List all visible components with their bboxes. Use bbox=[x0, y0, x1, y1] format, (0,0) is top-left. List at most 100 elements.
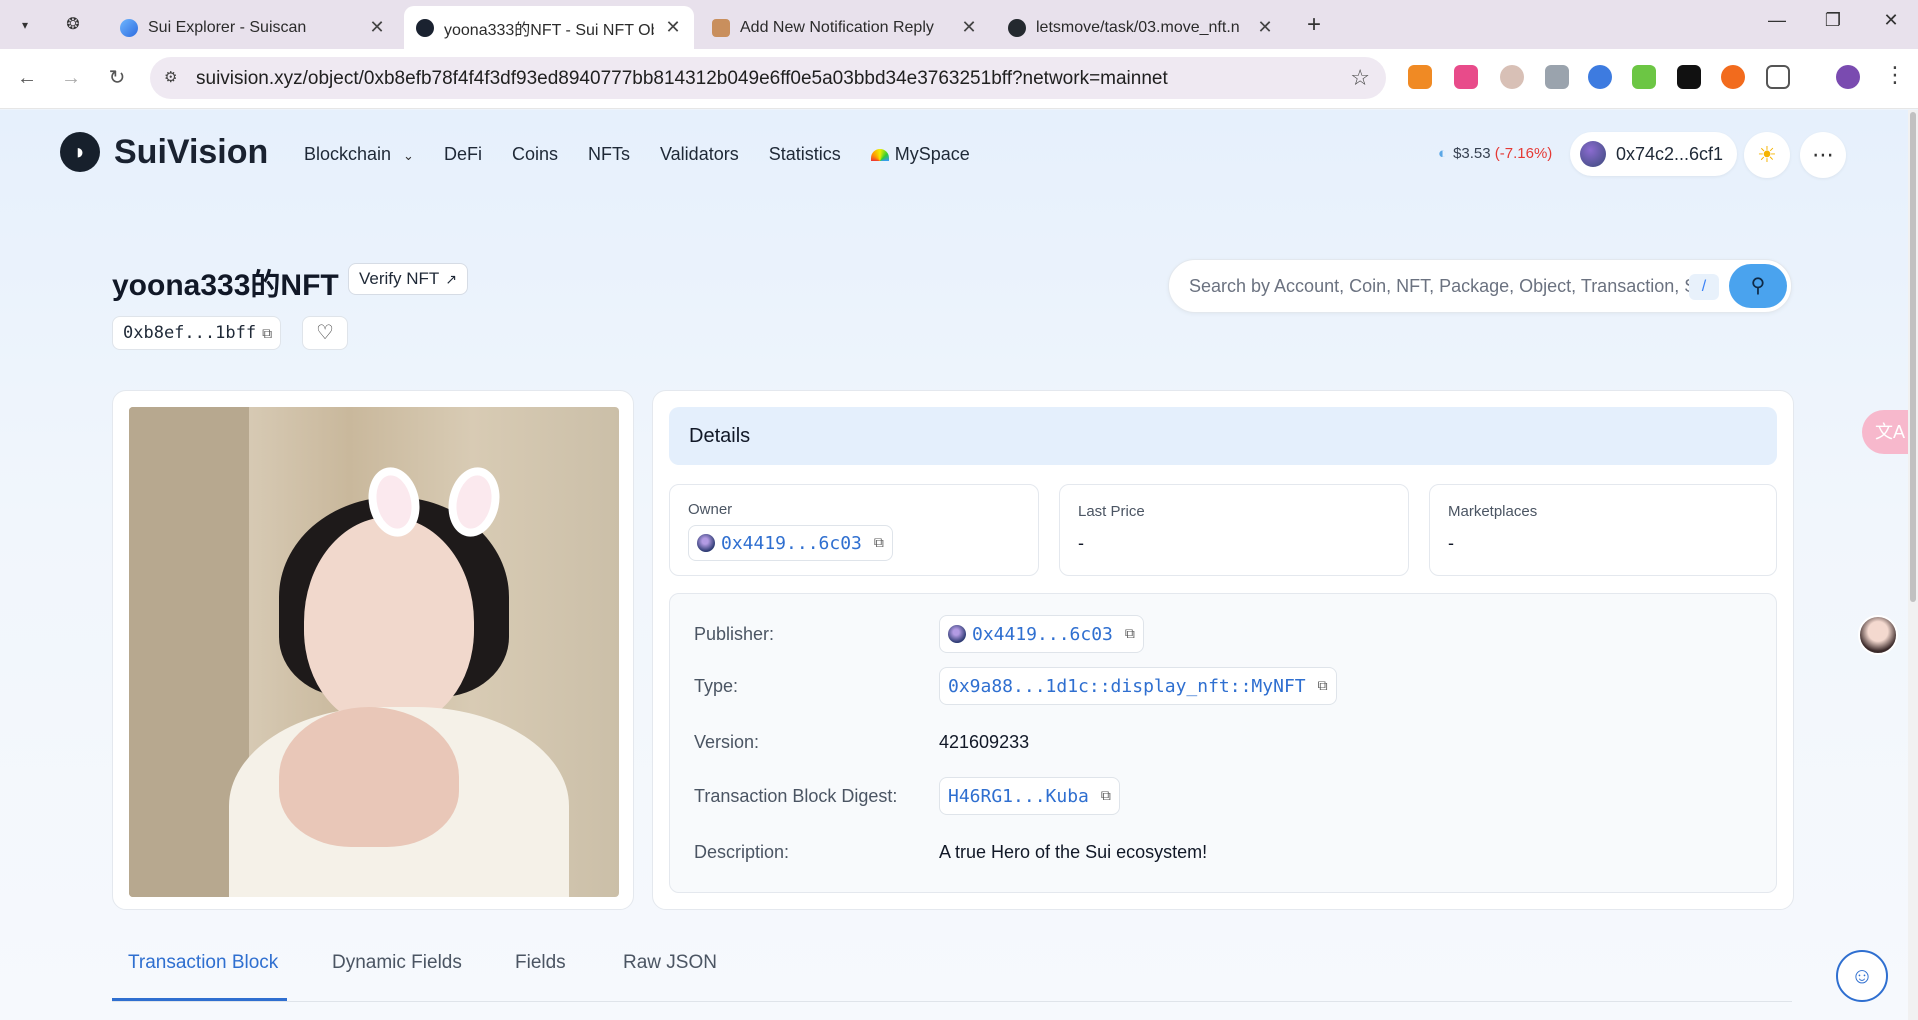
browser-tab-github[interactable]: letsmove/task/03.move_nft.n ✕ bbox=[996, 6, 1286, 49]
search-icon[interactable]: ⚲ bbox=[1729, 264, 1787, 308]
verify-label: Verify NFT bbox=[359, 269, 440, 288]
reload-icon[interactable]: ↻ bbox=[102, 63, 132, 93]
copy-icon[interactable]: ⧉ bbox=[262, 318, 272, 350]
wallet-button[interactable]: 0x74c2...6cf1 bbox=[1570, 132, 1738, 176]
browser-tab-notification[interactable]: Add New Notification Reply ✕ bbox=[700, 6, 990, 49]
more-menu-icon[interactable]: ⋯ bbox=[1800, 132, 1846, 178]
nft-image[interactable] bbox=[129, 407, 619, 897]
wallet-address: 0x74c2...6cf1 bbox=[1616, 143, 1724, 164]
close-tab-icon[interactable]: ✕ bbox=[664, 17, 682, 38]
metamask-extension-icon[interactable] bbox=[1408, 65, 1432, 89]
copy-icon[interactable]: ⧉ bbox=[1318, 678, 1328, 694]
copy-icon[interactable]: ⧉ bbox=[1101, 788, 1111, 804]
assistant-avatar[interactable] bbox=[1858, 615, 1898, 655]
sui-drop-icon: ◐ bbox=[1438, 145, 1448, 162]
price-value: $3.53 bbox=[1453, 145, 1491, 162]
publisher-address: 0x4419...6c03 bbox=[972, 623, 1113, 645]
brand-name: SuiVision bbox=[114, 132, 269, 171]
nav-validators[interactable]: Validators bbox=[660, 144, 739, 165]
suivision-logo[interactable]: ◗ SuiVision bbox=[60, 132, 268, 172]
nft-image-card bbox=[112, 390, 634, 910]
type-chip[interactable]: 0x9a88...1d1c::display_nft::MyNFT ⧉ bbox=[939, 667, 1337, 705]
dice-extension-icon[interactable] bbox=[1677, 65, 1701, 89]
tab-fields[interactable]: Fields bbox=[515, 952, 566, 974]
last-price-value: - bbox=[1078, 533, 1084, 553]
profile-avatar[interactable] bbox=[1836, 65, 1860, 89]
publisher-row: Publisher: 0x4419...6c03 ⧉ bbox=[694, 614, 1144, 654]
forward-arrow-icon[interactable]: → bbox=[56, 63, 86, 93]
browser-tab-suiscan[interactable]: Sui Explorer - Suiscan ✕ bbox=[108, 6, 398, 49]
pinned-tab-chatgpt-icon[interactable]: ❂ bbox=[58, 10, 88, 40]
description-label: Description: bbox=[694, 841, 790, 862]
minimize-icon[interactable]: — bbox=[1762, 10, 1792, 31]
page-title: yoona333的NFT bbox=[112, 269, 339, 302]
scrollbar-thumb[interactable] bbox=[1910, 112, 1916, 602]
bookmark-star-icon[interactable]: ☆ bbox=[1350, 65, 1370, 91]
browser-tab-suivision[interactable]: yoona333的NFT - Sui NFT Ob ✕ bbox=[404, 6, 694, 49]
object-address-chip[interactable]: 0xb8ef...1bff ⧉ bbox=[112, 316, 282, 350]
type-label: Type: bbox=[694, 675, 739, 696]
sui-wallet-extension-icon[interactable] bbox=[1588, 65, 1612, 89]
discord-icon[interactable]: ☺ bbox=[1836, 950, 1888, 1002]
favorite-heart-icon[interactable]: ♡ bbox=[302, 316, 348, 350]
nft-image-hands bbox=[279, 707, 459, 847]
details-card: Details Owner 0x4419...6c03 ⧉ Last Price… bbox=[652, 390, 1794, 910]
tab-search-icon[interactable]: ▾ bbox=[12, 13, 38, 37]
active-tab-indicator bbox=[112, 998, 287, 1001]
site-info-icon[interactable]: ⚙ bbox=[164, 68, 177, 86]
back-arrow-icon[interactable]: ← bbox=[12, 63, 42, 93]
extensions-puzzle-icon[interactable] bbox=[1766, 65, 1790, 89]
type-value: 0x9a88...1d1c::display_nft::MyNFT bbox=[948, 675, 1306, 697]
price-change: (-7.16%) bbox=[1494, 145, 1553, 162]
search-input[interactable]: Search by Account, Coin, NFT, Package, O… bbox=[1189, 276, 1689, 297]
owner-label: Owner bbox=[688, 501, 733, 518]
theme-sun-icon[interactable]: ☀ bbox=[1744, 132, 1790, 178]
reader-extension-icon[interactable] bbox=[1545, 65, 1569, 89]
version-row: Version: 421609233 bbox=[694, 722, 1029, 762]
close-tab-icon[interactable]: ✕ bbox=[1256, 17, 1274, 38]
address-bar[interactable]: ⚙ suivision.xyz/object/0xb8efb78f4f4f3df… bbox=[150, 57, 1386, 99]
search-shortcut-badge: / bbox=[1689, 274, 1719, 300]
global-search: Search by Account, Coin, NFT, Package, O… bbox=[1168, 259, 1792, 313]
new-tab-plus-icon[interactable]: + bbox=[1300, 11, 1328, 39]
nav-statistics[interactable]: Statistics bbox=[769, 144, 841, 165]
marketplaces-box: Marketplaces - bbox=[1429, 484, 1777, 576]
browser-menu-icon[interactable]: ⋮ bbox=[1884, 62, 1906, 88]
avatar-extension-icon[interactable] bbox=[1500, 65, 1524, 89]
suiscan-favicon-icon bbox=[120, 18, 138, 37]
nav-myspace[interactable]: MySpace bbox=[870, 144, 970, 165]
sui-price: ◐ $3.53 (-7.16%) bbox=[1438, 145, 1552, 162]
close-window-icon[interactable]: ✕ bbox=[1876, 10, 1906, 31]
url-text: suivision.xyz/object/0xb8efb78f4f4f3df93… bbox=[196, 68, 1168, 89]
owner-address-chip[interactable]: 0x4419...6c03 ⧉ bbox=[688, 525, 893, 561]
tab-dynamic-fields[interactable]: Dynamic Fields bbox=[332, 952, 462, 974]
nav-nfts[interactable]: NFTs bbox=[588, 144, 630, 165]
nav-defi[interactable]: DeFi bbox=[444, 144, 482, 165]
digest-row: Transaction Block Digest: H46RG1...Kuba … bbox=[694, 776, 1120, 816]
copy-icon[interactable]: ⧉ bbox=[874, 535, 884, 551]
nav-blockchain[interactable]: Blockchain ⌄ bbox=[304, 144, 414, 165]
main-nav: Blockchain ⌄ DeFi Coins NFTs Validators S… bbox=[304, 144, 970, 165]
description-row: Description: A true Hero of the Sui ecos… bbox=[694, 832, 1207, 872]
tab-raw-json[interactable]: Raw JSON bbox=[623, 952, 717, 974]
leaf-extension-icon[interactable] bbox=[1632, 65, 1656, 89]
publisher-chip[interactable]: 0x4419...6c03 ⧉ bbox=[939, 615, 1144, 653]
browser-toolbar: ← → ↻ ⚙ suivision.xyz/object/0xb8efb78f4… bbox=[0, 49, 1918, 109]
marketplaces-value: - bbox=[1448, 533, 1454, 553]
tab-transaction-block[interactable]: Transaction Block bbox=[128, 952, 278, 974]
close-tab-icon[interactable]: ✕ bbox=[960, 17, 978, 38]
rainbow-icon bbox=[870, 149, 889, 162]
tab-title: Sui Explorer - Suiscan bbox=[148, 18, 307, 36]
restore-icon[interactable]: ❐ bbox=[1818, 10, 1848, 31]
marketplaces-label: Marketplaces bbox=[1448, 503, 1538, 520]
owner-address: 0x4419...6c03 bbox=[721, 532, 862, 554]
spark-extension-icon[interactable] bbox=[1721, 65, 1745, 89]
translate-extension-icon[interactable] bbox=[1454, 65, 1478, 89]
copy-icon[interactable]: ⧉ bbox=[1125, 626, 1135, 642]
digest-chip[interactable]: H46RG1...Kuba ⧉ bbox=[939, 777, 1120, 815]
verify-nft-button[interactable]: Verify NFT ↗ bbox=[348, 263, 469, 295]
nav-coins[interactable]: Coins bbox=[512, 144, 558, 165]
close-tab-icon[interactable]: ✕ bbox=[368, 17, 386, 38]
details-header: Details bbox=[669, 407, 1777, 465]
github-favicon-icon bbox=[1008, 18, 1026, 37]
